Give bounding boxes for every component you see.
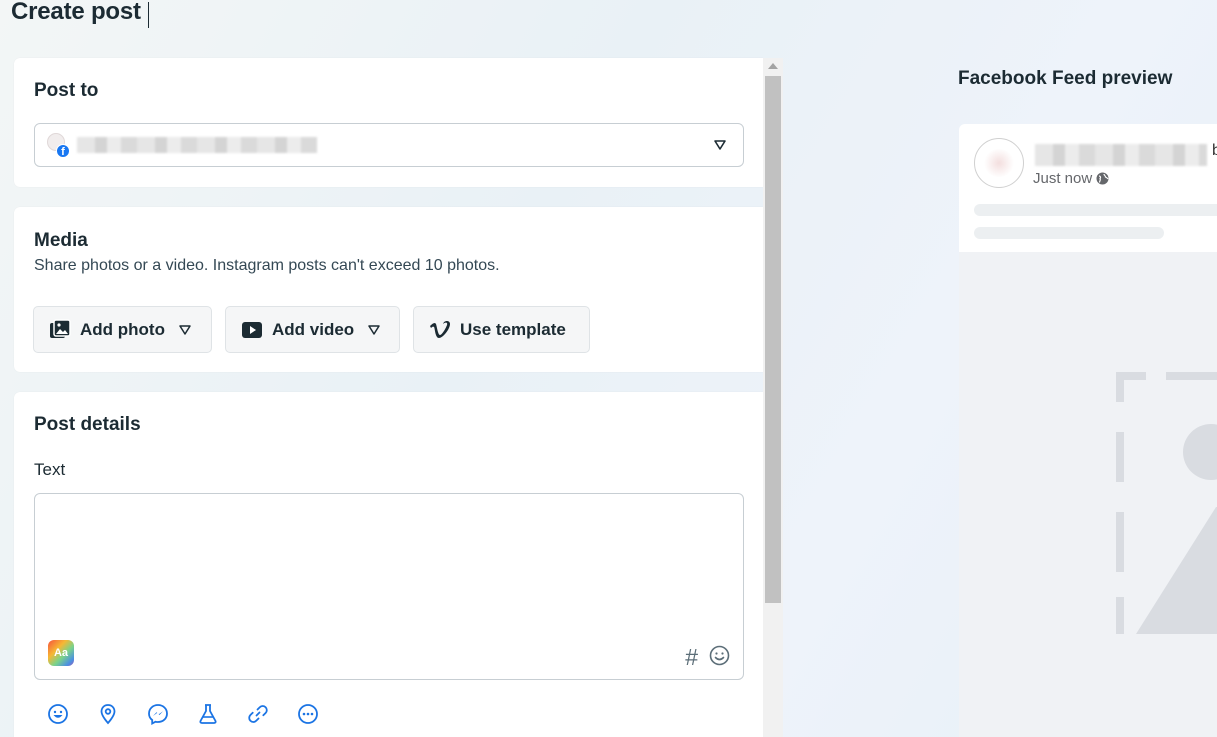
account-select[interactable]: f bbox=[34, 123, 744, 167]
chevron-down-icon bbox=[368, 324, 380, 335]
post-timestamp: Just now bbox=[1033, 170, 1109, 187]
image-placeholder-icon bbox=[1116, 372, 1217, 634]
post-to-card: Post to f bbox=[14, 58, 763, 187]
link-icon[interactable] bbox=[247, 703, 269, 725]
post-text-input[interactable]: Aa # bbox=[34, 493, 744, 680]
text-cursor bbox=[148, 2, 149, 28]
account-avatar: f bbox=[45, 132, 71, 160]
preview-header: b Just now bbox=[959, 124, 1217, 252]
chevron-down-icon bbox=[179, 324, 191, 335]
more-icon[interactable] bbox=[297, 703, 319, 725]
messenger-icon[interactable] bbox=[147, 703, 169, 725]
preview-title: Facebook Feed preview bbox=[958, 68, 1173, 89]
use-template-button[interactable]: Use template bbox=[413, 306, 590, 353]
post-details-heading: Post details bbox=[34, 414, 141, 435]
add-video-label: Add video bbox=[272, 319, 355, 339]
globe-icon bbox=[1096, 172, 1109, 185]
page-name-suffix: b bbox=[1212, 142, 1217, 159]
text-skeleton-line bbox=[974, 204, 1217, 216]
emoji-icon[interactable] bbox=[709, 645, 730, 666]
video-icon bbox=[241, 319, 263, 341]
chevron-down-icon bbox=[714, 140, 726, 150]
add-photo-label: Add photo bbox=[80, 319, 165, 339]
page-avatar bbox=[974, 138, 1024, 188]
feeling-icon[interactable] bbox=[47, 703, 69, 725]
photo-icon bbox=[49, 318, 71, 341]
scroll-thumb[interactable] bbox=[765, 76, 781, 603]
flask-icon[interactable] bbox=[197, 703, 219, 725]
scroll-up-arrow-icon[interactable] bbox=[768, 63, 778, 69]
post-to-heading: Post to bbox=[34, 80, 99, 101]
add-video-button[interactable]: Add video bbox=[225, 306, 400, 353]
text-label: Text bbox=[34, 460, 66, 479]
hashtag-icon[interactable]: # bbox=[685, 644, 698, 671]
post-toolbar bbox=[47, 703, 319, 725]
text-format-icon[interactable]: Aa bbox=[48, 640, 74, 666]
media-subtitle: Share photos or a video. Instagram posts… bbox=[34, 257, 500, 274]
page-name-redacted bbox=[1035, 144, 1207, 166]
account-name-redacted bbox=[77, 137, 317, 153]
vimeo-icon bbox=[429, 319, 451, 341]
location-icon[interactable] bbox=[97, 703, 119, 725]
feed-preview-card: b Just now bbox=[959, 124, 1217, 737]
media-heading: Media bbox=[34, 230, 88, 251]
timestamp-text: Just now bbox=[1033, 170, 1093, 187]
post-details-card: Post details Text Aa # bbox=[14, 392, 763, 737]
facebook-icon: f bbox=[56, 144, 70, 158]
form-scrollbar[interactable] bbox=[763, 58, 783, 737]
media-card: Media Share photos or a video. Instagram… bbox=[14, 207, 763, 372]
text-skeleton-line bbox=[974, 227, 1164, 239]
use-template-label: Use template bbox=[460, 319, 566, 339]
add-photo-button[interactable]: Add photo bbox=[33, 306, 212, 353]
page-title: Create post bbox=[11, 0, 141, 25]
